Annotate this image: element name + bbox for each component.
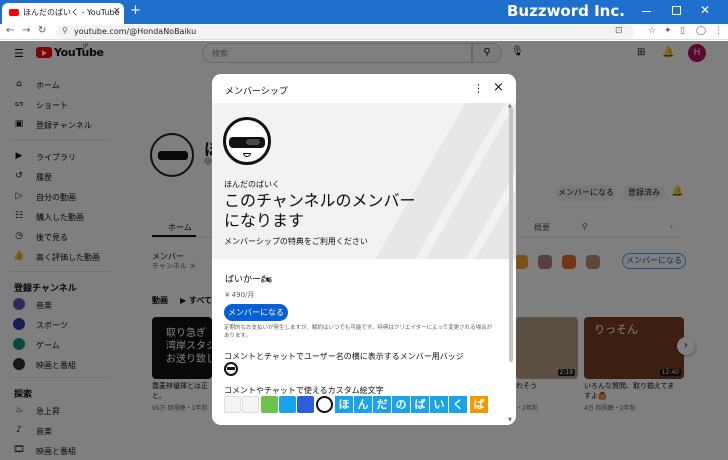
site-info-icon[interactable]: ⚲ [62, 26, 68, 35]
youtube-favicon-icon [9, 9, 19, 16]
emoji-flag-icon [279, 396, 296, 413]
browser-tab[interactable]: ほんだのばいく - YouTube × [2, 3, 124, 24]
emoji-letter: い [430, 396, 448, 413]
emoji-letter: の [392, 396, 410, 413]
brand-watermark: Buzzword Inc. [507, 2, 625, 20]
tab-close-icon[interactable]: × [113, 6, 121, 16]
emoji-letter: ほ [335, 396, 353, 413]
perk-emoji: コメントやチャットで使えるカスタム絵文字 [224, 386, 384, 395]
url-text: youtube.com/@HondaNoBaiku [74, 27, 197, 36]
dialog-subheadline: メンバーシップの特典をご利用ください [224, 237, 368, 246]
window-close-icon[interactable]: ✕ [700, 3, 710, 17]
channel-name: ほんだのばいく [224, 180, 280, 189]
member-badge-icon [224, 362, 238, 376]
perk-badge: コメントとチャットでユーザー名の横に表示するメンバー用バッジ [224, 352, 464, 361]
tier-name: ばいかー🏍 [225, 275, 273, 285]
scroll-down-arrow-icon[interactable]: ▼ [508, 417, 512, 423]
url-field[interactable]: ⚲ youtube.com/@HondaNoBaiku [56, 25, 634, 39]
dialog-scrollbar[interactable] [509, 107, 513, 362]
install-icon[interactable]: ⊡ [615, 26, 623, 36]
menu-kebab-icon[interactable]: ⋮ [714, 26, 723, 36]
more-options-icon[interactable]: ⋮ [473, 82, 484, 95]
minimize-icon[interactable] [642, 11, 651, 12]
emoji-figure-icon [297, 396, 314, 413]
reload-icon[interactable]: ↻ [38, 25, 46, 36]
visor-lens-icon [246, 139, 260, 145]
dialog-title: メンバーシップ [225, 87, 288, 97]
emoji-letter: ば [470, 396, 488, 413]
avatar-mouth-icon [243, 153, 251, 157]
custom-emoji-row: ほ ん だ の ば い く ば [224, 396, 504, 424]
new-tab-button[interactable]: + [130, 4, 141, 18]
extensions-icon[interactable]: ✦ [664, 26, 672, 36]
maximize-icon[interactable] [672, 6, 681, 15]
fine-print: 定期的なお支払いが発生しますが、解約はいつでも可能です。特典はクリエイターによっ… [224, 325, 493, 339]
profile-icon[interactable]: ◯ [696, 26, 706, 36]
back-icon[interactable]: ← [6, 25, 14, 36]
dialog-headline: このチャンネルのメンバーになります [224, 191, 416, 230]
emoji-letter: ん [354, 396, 372, 413]
sidepanel-icon[interactable]: ▯ [680, 26, 685, 36]
dialog-hero: ほんだのばいく このチャンネルのメンバーになります メンバーシップの特典をご利用… [212, 103, 516, 259]
channel-avatar [223, 117, 271, 165]
bookmark-star-icon[interactable]: ☆ [648, 26, 656, 36]
emoji-letter: ば [411, 396, 429, 413]
emoji-letter: く [449, 396, 467, 413]
emoji-helmet-icon [316, 396, 333, 413]
emoji-text-icon [224, 396, 241, 413]
tab-title: ほんだのばいく - YouTube [23, 8, 120, 17]
address-bar-row: ← → ↻ ⚲ youtube.com/@HondaNoBaiku ⊡ ☆ ✦ … [0, 24, 728, 40]
membership-dialog: メンバーシップ ⋮ × ほんだのばいく このチャンネルのメンバーになります メン… [212, 74, 516, 425]
close-icon[interactable]: × [493, 80, 504, 95]
emoji-letter: だ [373, 396, 391, 413]
join-button[interactable]: メンバーになる [224, 304, 288, 321]
forward-icon[interactable]: → [22, 25, 30, 36]
browser-tabbar: ほんだのばいく - YouTube × + Buzzword Inc. ✕ [0, 0, 728, 24]
tier-price: ¥ 490/月 [225, 291, 255, 299]
emoji-green-icon [261, 396, 278, 413]
emoji-text-icon [242, 396, 259, 413]
